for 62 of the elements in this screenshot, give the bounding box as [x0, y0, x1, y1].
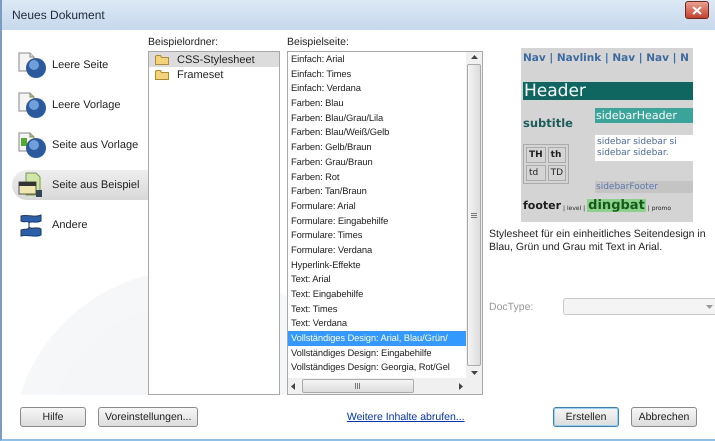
page-item[interactable]: Farben: Grau/Braun [288, 154, 466, 170]
page-item[interactable]: Farben: Gelb/Braun [288, 140, 466, 155]
page-item[interactable]: Vollständiges Design: Georgia, Rot/Gel [288, 360, 466, 376]
folder-icon [155, 54, 169, 65]
folder-item[interactable]: CSS-Stylesheet [149, 52, 279, 67]
page-item[interactable]: Einfach: Verdana [288, 81, 466, 96]
preview-header: Header [523, 82, 693, 100]
page-item[interactable]: Text: Arial [288, 272, 466, 287]
page-item[interactable]: Text: Verdana [288, 316, 466, 332]
dialog-button[interactable]: Hilfe [20, 407, 86, 427]
page-list-label: Beispielseite: [287, 36, 350, 48]
preview-footer: footer [523, 199, 562, 212]
preview-dingbat: dingbat [587, 199, 646, 212]
category-item[interactable]: Leere Vorlage [12, 90, 148, 120]
window-title: Neues Dokument [12, 8, 105, 22]
page-item[interactable]: Farben: Tan/Braun [288, 184, 466, 199]
preview-subtitle: subtitle [523, 116, 574, 130]
scrollbar-thumb[interactable] [467, 64, 481, 366]
dropdown-arrow-icon [706, 304, 714, 308]
page-globe-icon [16, 50, 46, 80]
page-globe-icon [16, 90, 46, 120]
page-item[interactable]: Einfach: Times [288, 66, 466, 82]
close-button[interactable] [685, 1, 709, 19]
close-icon [692, 6, 702, 14]
page-item[interactable]: Vollständiges Design: Eingabehilfe [288, 346, 466, 360]
page-item[interactable]: Formulare: Arial [288, 198, 466, 214]
dialog-button[interactable]: Erstellen [553, 407, 619, 427]
grip-icon [471, 212, 477, 218]
dialog-button[interactable]: Abbrechen [631, 407, 697, 427]
dialog-button[interactable]: Voreinstellungen... [98, 407, 198, 427]
page-item[interactable]: Farben: Blau/Grau/Lila [288, 110, 466, 126]
folder-list-label: Beispielordner: [148, 36, 220, 48]
folder-item[interactable]: Frameset [149, 67, 279, 82]
category-item[interactable]: Andere [12, 210, 148, 240]
grip-icon [355, 383, 361, 389]
preview-table: TH th td TD [523, 144, 570, 184]
preview-nav: Nav | Navlink | Nav | Nav | N [522, 51, 690, 66]
preview-sidebar-header: sidebarHeader [595, 108, 693, 123]
preview-sidebar-text: sidebar sidebar si sidebar sidebar. [595, 135, 693, 161]
category-item[interactable]: Seite aus Beispiel [12, 170, 148, 200]
page-item[interactable]: Farben: Rot [288, 170, 466, 184]
page-item[interactable]: Formulare: Times [288, 228, 466, 243]
page-item[interactable]: Text: Eingabehilfe [288, 287, 466, 302]
category-item[interactable]: Seite aus Vorlage [12, 130, 148, 160]
page-item[interactable]: Einfach: Arial [288, 52, 466, 67]
doctype-label: DocType: [489, 300, 534, 312]
horizontal-scrollbar[interactable] [288, 378, 466, 394]
folder-icon [155, 69, 169, 80]
page-item[interactable]: Hyperlink-Effekte [288, 258, 466, 272]
page-item[interactable]: Formulare: Verdana [288, 242, 466, 258]
vertical-scrollbar[interactable] [466, 52, 482, 378]
page-item[interactable]: Farben: Blau/Weiß/Gelb [288, 125, 466, 140]
page-item[interactable]: Formulare: Eingabehilfe [288, 214, 466, 228]
sample-description: Stylesheet für ein einheitliches Seitendesign in Blau, Grün und Grau mit Text in Arial. [489, 228, 707, 254]
category-item[interactable]: Leere Seite [12, 50, 148, 80]
more-content-link[interactable]: Weitere Inhalte abrufen... [286, 411, 465, 423]
preview-sidebar-footer: sidebarFooter [595, 181, 693, 193]
scrollbar-thumb[interactable] [302, 379, 414, 393]
page-item[interactable]: Text: Times [288, 302, 466, 316]
folder-list[interactable]: CSS-Stylesheet Frameset [148, 51, 280, 395]
page-globe-icon [16, 130, 46, 160]
page-item[interactable]: Farben: Blau [288, 96, 466, 111]
